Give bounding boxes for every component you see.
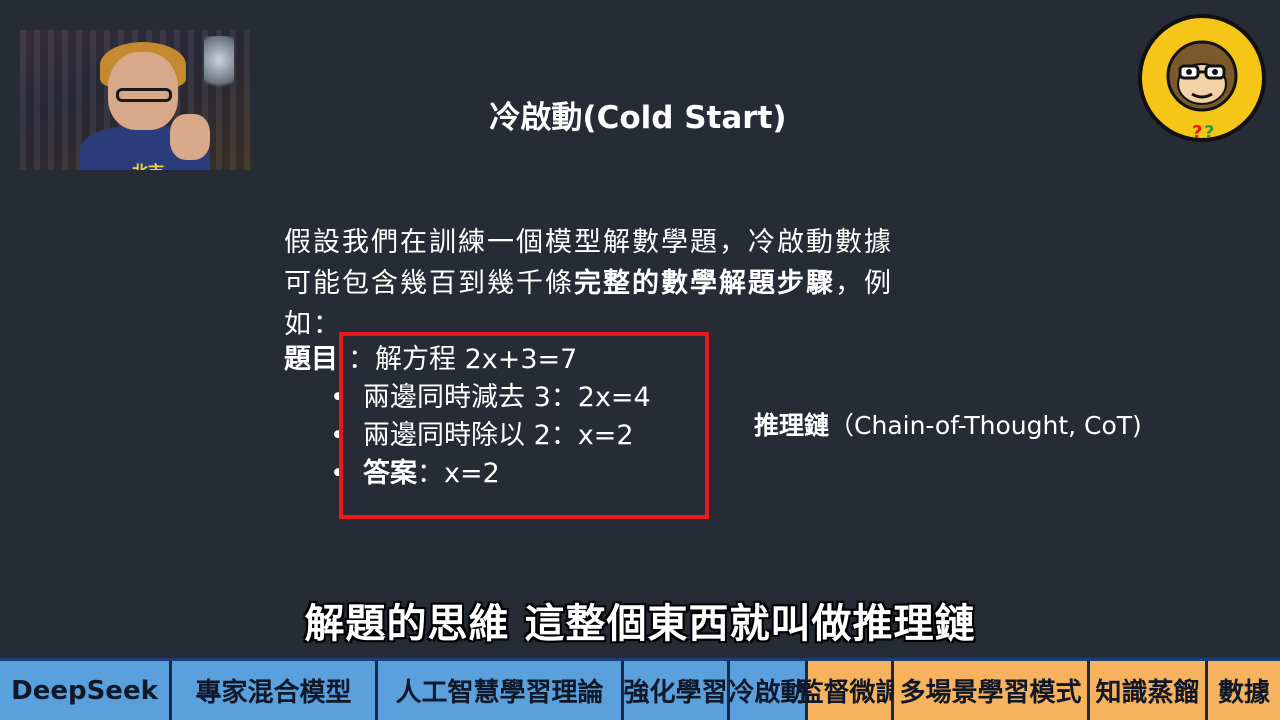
cot-english: （Chain-of-Thought, CoT) [829,411,1142,440]
lamp [204,36,234,96]
chapter-rl[interactable]: 強化學習 [624,661,730,720]
paragraph-emphasis: 完整的數學解題步驟 [574,268,835,299]
paragraph-line-2-end: ，例 [835,268,893,299]
chapter-data[interactable]: 數據 [1208,661,1280,720]
slide-title: 冷啟動(Cold Start) [489,100,787,136]
cot-label: 推理鏈（Chain-of-Thought, CoT) [754,410,1142,442]
svg-text:?: ? [1204,122,1214,143]
paragraph-line-2: 可能包含幾百到幾千條完整的數學解題步驟，例 [284,263,974,304]
chapter-deepseek[interactable]: DeepSeek [0,661,172,720]
monkey-logo-icon: ? ? [1138,14,1266,143]
highlight-box [339,332,709,519]
video-subtitle: 解題的思維 這整個東西就叫做推理鏈 [304,601,976,647]
webcam-thumbnail: 北市 [20,30,252,170]
cot-term: 推理鏈 [754,411,830,440]
presenter-glasses [116,88,172,102]
paragraph-line-1: 假設我們在訓練一個模型解數學題，冷啟動數據 [284,227,893,258]
chapter-ai-theory[interactable]: 人工智慧學習理論 [378,661,624,720]
chapter-sft[interactable]: 監督微調 [798,661,902,720]
chapter-multi-scenario[interactable]: 多場景學習模式 [894,661,1090,720]
chapter-moe[interactable]: 專家混合模型 [172,661,378,720]
svg-text:?: ? [1192,122,1202,143]
presenter-hand [170,114,210,160]
chapter-cold-start[interactable]: 冷啟動 [729,661,808,720]
shirt-text: 北市 [132,158,164,170]
intro-paragraph: 假設我們在訓練一個模型解數學題，冷啟動數據 可能包含幾百到幾千條完整的數學解題步… [284,222,974,345]
video-frame: 北市 ? ? 冷啟動(Cold Start) 假設我們在訓練一個模型解數學題，冷… [0,0,1280,720]
chapter-bar: DeepSeek 專家混合模型 人工智慧學習理論 強化學習 冷啟動 監督微調 多… [0,658,1280,720]
chapter-distillation[interactable]: 知識蒸餾 [1090,661,1208,720]
paragraph-line-2-start: 可能包含幾百到幾千條 [284,268,574,299]
problem-label: 題目 [284,344,338,375]
